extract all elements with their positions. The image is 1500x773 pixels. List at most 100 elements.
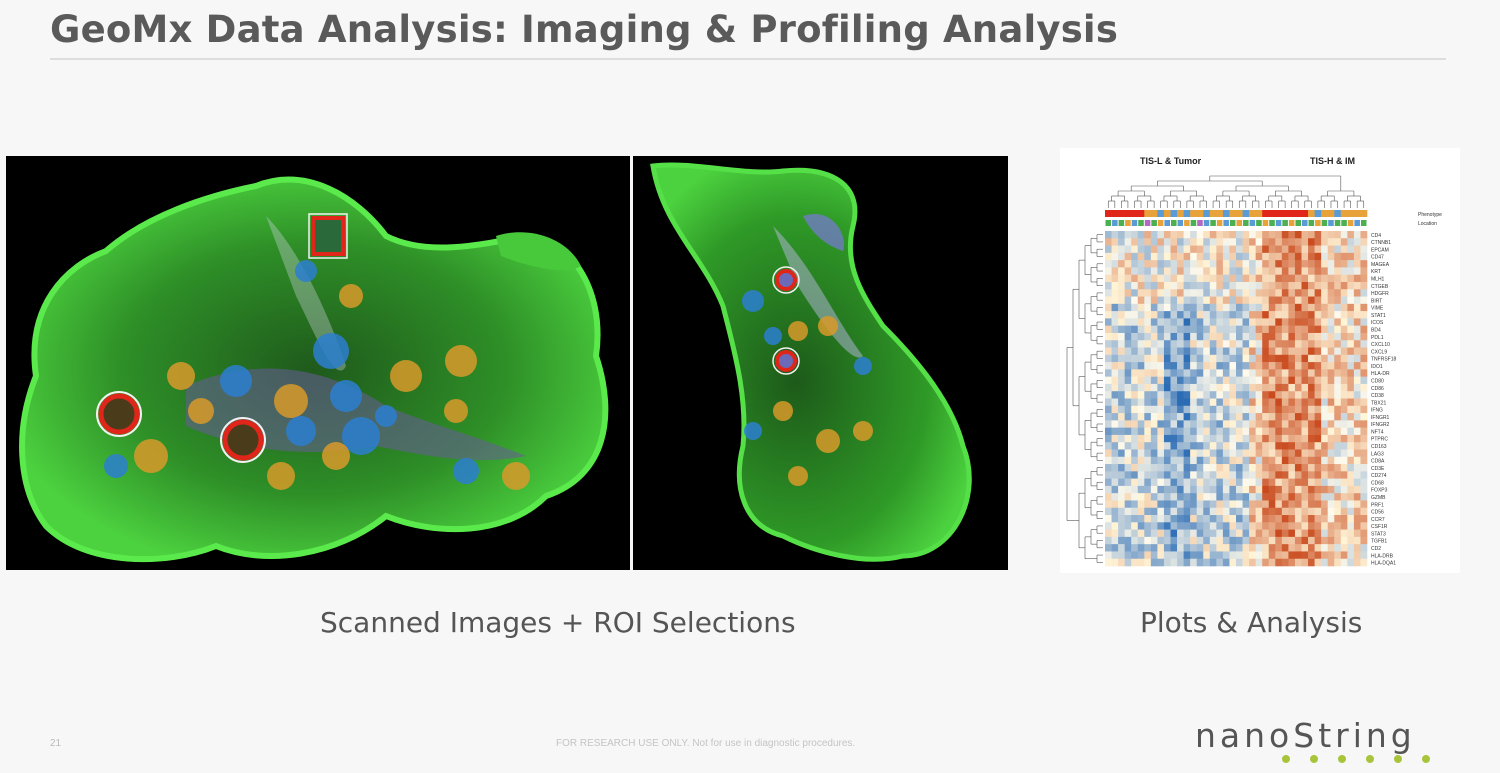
heatmap-cell: [1321, 522, 1328, 530]
heatmap-cell: [1268, 362, 1276, 370]
heatmap-cell: [1281, 544, 1289, 552]
heatmap-cell: [1170, 515, 1178, 523]
heatmap-cell: [1111, 311, 1119, 319]
heatmap-cell: [1105, 325, 1112, 334]
heatmap-cell: [1294, 515, 1302, 523]
heatmap-cell: [1229, 522, 1237, 530]
heatmap-cell: [1209, 485, 1217, 494]
gene-label: PTPRC: [1371, 437, 1388, 443]
heatmap-cell: [1229, 544, 1237, 552]
heatmap-cell: [1340, 311, 1348, 319]
heatmap-cell: [1353, 485, 1361, 494]
heatmap-cell: [1137, 354, 1145, 363]
heatmap-cell: [1340, 281, 1348, 290]
heatmap-cell: [1360, 281, 1368, 290]
heatmap-cell: [1314, 434, 1322, 443]
location-bar-cell: [1157, 220, 1164, 226]
heatmap-cell: [1118, 245, 1125, 254]
heatmap-cell: [1137, 515, 1145, 523]
heatmap-cell: [1209, 391, 1217, 399]
heatmap-cell: [1360, 544, 1368, 552]
heatmap-cell: [1157, 434, 1165, 443]
heatmap-cell: [1170, 362, 1178, 370]
heatmap-cell: [1262, 311, 1270, 319]
heatmap-cell: [1288, 536, 1296, 545]
phenotype-bar-cell: [1157, 210, 1165, 217]
heatmap-cell: [1131, 449, 1139, 458]
heatmap-cell: [1301, 318, 1309, 326]
heatmap-cell: [1340, 500, 1348, 509]
heatmap-cell: [1334, 383, 1342, 392]
heatmap-cell: [1308, 507, 1315, 516]
heatmap-cell: [1170, 376, 1178, 385]
heatmap-cell: [1242, 544, 1250, 552]
heatmap-cell: [1262, 340, 1270, 348]
heatmap-cell: [1281, 493, 1289, 501]
heatmap-cell: [1255, 507, 1263, 516]
heatmap-cell: [1144, 485, 1152, 494]
heatmap-cell: [1203, 478, 1211, 487]
heatmap-cell: [1288, 485, 1296, 494]
heatmap-cell: [1157, 281, 1165, 290]
heatmap-cell: [1222, 238, 1230, 246]
heatmap-cell: [1249, 442, 1256, 450]
heatmap-cell: [1118, 260, 1125, 268]
heatmap-cell: [1131, 289, 1139, 297]
heatmap-cell: [1105, 267, 1112, 275]
heatmap-cell: [1281, 536, 1289, 545]
heatmap-cell: [1275, 289, 1283, 297]
gene-label: BIRT: [1371, 298, 1382, 304]
heatmap-cell: [1124, 456, 1132, 465]
heatmap-cell: [1216, 362, 1224, 370]
heatmap-cell: [1255, 303, 1263, 312]
heatmap-cell: [1170, 296, 1178, 305]
heatmap-cell: [1281, 252, 1289, 261]
heatmap-cell: [1301, 551, 1309, 560]
heatmap-cell: [1242, 558, 1250, 567]
heatmap-cell: [1183, 405, 1191, 414]
heatmap-cell: [1163, 354, 1171, 363]
heatmap-cell: [1118, 434, 1125, 443]
heatmap-cell: [1111, 493, 1119, 501]
heatmap-cell: [1327, 471, 1335, 479]
heatmap-cell: [1190, 354, 1197, 363]
heatmap-cell: [1353, 413, 1361, 421]
heatmap-cell: [1170, 260, 1178, 268]
heatmap-cell: [1183, 376, 1191, 385]
heatmap-cell: [1314, 456, 1322, 465]
gene-label: CD274: [1371, 473, 1387, 479]
heatmap-cell: [1281, 551, 1289, 560]
heatmap-cell: [1275, 427, 1283, 436]
heatmap-cell: [1118, 413, 1125, 421]
heatmap-cell: [1242, 391, 1250, 399]
heatmap-cell: [1255, 252, 1263, 261]
heatmap-cell: [1111, 544, 1119, 552]
heatmap-cell: [1144, 442, 1152, 450]
heatmap-cell: [1308, 362, 1315, 370]
heatmap-cell: [1157, 471, 1165, 479]
heatmap-cell: [1150, 311, 1158, 319]
heatmap-cell: [1222, 340, 1230, 348]
heatmap-cell: [1111, 354, 1119, 363]
phenotype-bar-cell: [1150, 210, 1158, 217]
heatmap-cell: [1249, 362, 1256, 370]
heatmap-cell: [1275, 449, 1283, 458]
location-bar-cell: [1334, 220, 1341, 226]
group-label-2: TIS-H & IM: [1310, 156, 1355, 166]
heatmap-cell: [1209, 515, 1217, 523]
heatmap-cell: [1216, 536, 1224, 545]
heatmap-cell: [1340, 413, 1348, 421]
heatmap-cell: [1190, 332, 1197, 341]
heatmap-cell: [1209, 536, 1217, 545]
heatmap-cell: [1216, 544, 1224, 552]
heatmap-cell: [1118, 369, 1125, 377]
heatmap-cell: [1308, 456, 1315, 465]
heatmap-cell: [1262, 500, 1270, 509]
heatmap-cell: [1249, 325, 1256, 334]
heatmap-cell: [1347, 464, 1355, 472]
heatmap-cell: [1118, 544, 1125, 552]
phenotype-bar-cell: [1124, 210, 1132, 217]
heatmap-cell: [1275, 442, 1283, 450]
heatmap-cell: [1196, 464, 1204, 472]
heatmap-cell: [1190, 296, 1197, 305]
